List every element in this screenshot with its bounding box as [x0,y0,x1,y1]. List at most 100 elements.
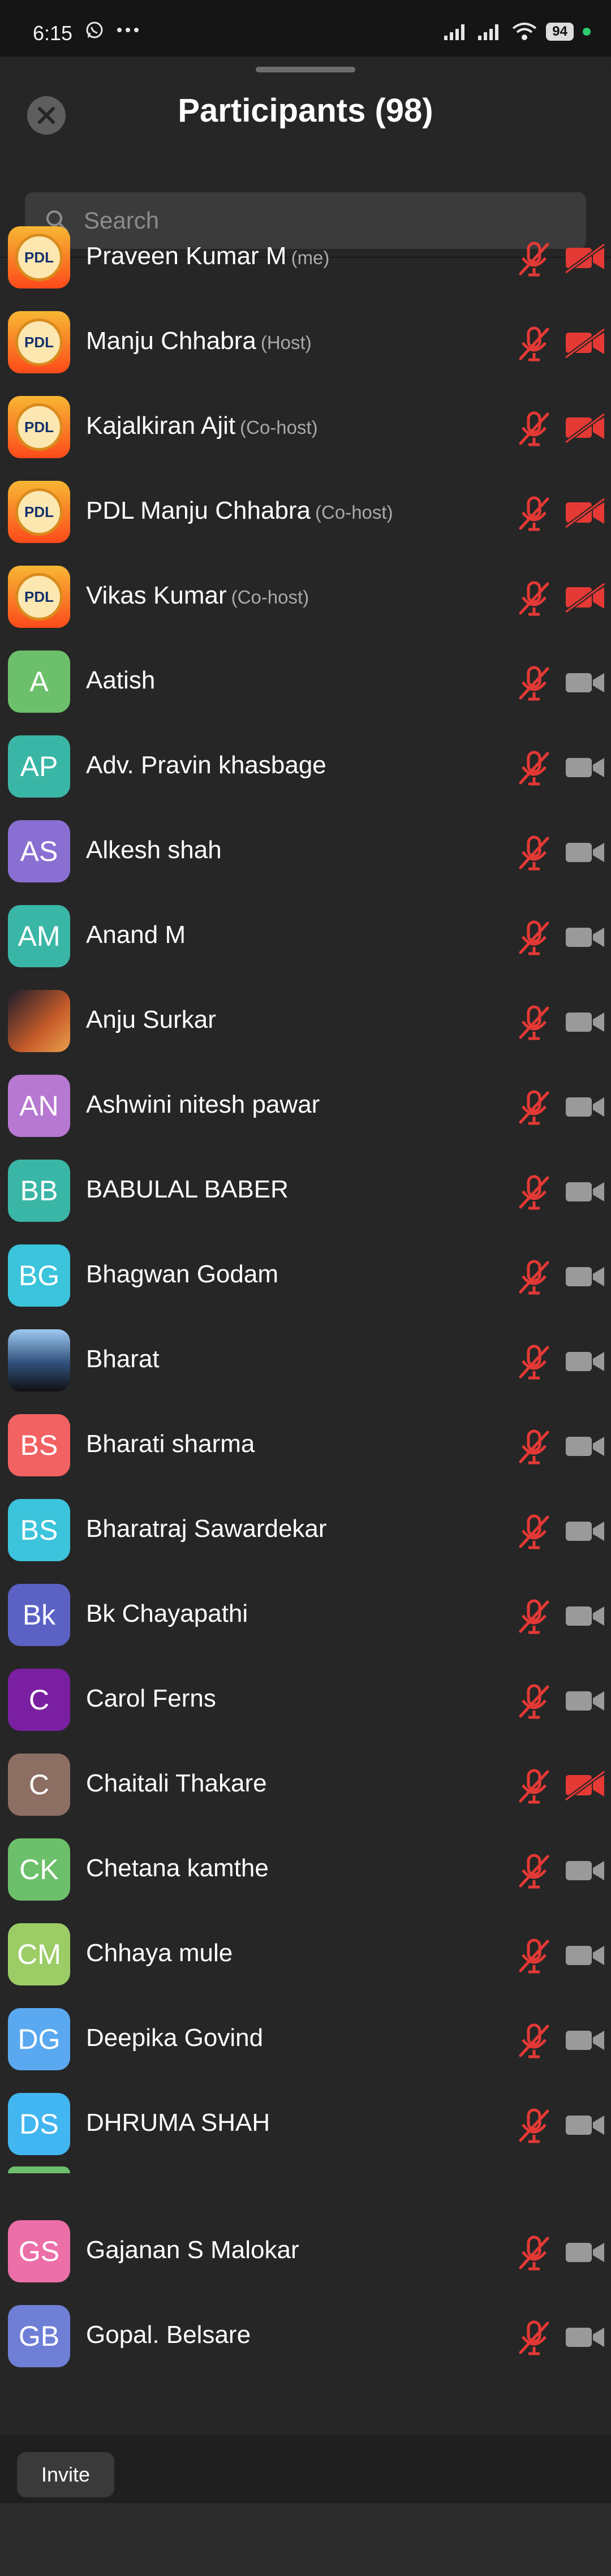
pdl-logo-icon: PDL [15,403,63,451]
participant-row[interactable]: GB Gopal. Belsare [0,2294,611,2379]
participant-row[interactable]: Bk Bk Chayapathi [0,1573,611,1657]
participant-row[interactable]: BS Bharati sharma [0,1403,611,1488]
participant-row[interactable]: AS Alkesh shah [0,809,611,894]
participant-row[interactable]: PDL Praveen Kumar M (me) [0,215,611,300]
participant-row[interactable]: Anju Surkar [0,979,611,1063]
video-on-icon[interactable] [563,1006,606,1039]
video-on-icon[interactable] [563,2024,606,2057]
participant-row[interactable]: AN Ashwini nitesh pawar [0,1063,611,1148]
mic-muted-icon[interactable] [514,2317,554,2358]
participant-row[interactable]: CK Chetana kamthe [0,1827,611,1912]
video-on-icon[interactable] [563,2109,606,2142]
participant-name: PDL Manju Chhabra (Co-host) [86,497,393,525]
participant-row-partial[interactable] [0,2166,611,2209]
video-off-icon[interactable] [563,242,606,275]
participant-row[interactable]: PDL Vikas Kumar (Co-host) [0,554,611,639]
mic-muted-icon[interactable] [514,917,554,958]
participant-name-text: Kajalkiran Ajit [86,412,236,440]
participant-row[interactable]: DS DHRUMA SHAH [0,2082,611,2166]
participant-row[interactable]: CM Chhaya mule [0,1912,611,1997]
avatar-initials: AS [20,835,58,867]
video-off-icon[interactable] [563,1769,606,1802]
video-on-icon[interactable] [563,1175,606,1208]
mic-muted-icon[interactable] [514,1681,554,1722]
avatar-initials: CK [19,1854,59,1885]
participant-name: Anju Surkar [86,1006,216,1034]
participant-row[interactable]: PDL Manju Chhabra (Host) [0,300,611,385]
participant-row[interactable]: AP Adv. Pravin khasbage [0,724,611,809]
avatar-initials: DG [18,2023,61,2055]
mic-muted-icon[interactable] [514,1257,554,1298]
video-on-icon[interactable] [563,1685,606,1717]
video-on-icon[interactable] [563,921,606,954]
video-off-icon[interactable] [563,497,606,529]
participant-row[interactable]: BS Bharatraj Sawardekar [0,1488,611,1573]
mic-muted-icon[interactable] [514,1002,554,1043]
video-off-icon[interactable] [563,581,606,614]
participant-row[interactable]: GS Gajanan S Malokar [0,2209,611,2294]
participant-name: Kajalkiran Ajit (Co-host) [86,412,318,440]
avatar-initials: BS [20,1514,58,1546]
mic-muted-icon[interactable] [514,1342,554,1382]
participant-row[interactable]: C Chaitali Thakare [0,1742,611,1827]
mic-muted-icon[interactable] [514,2021,554,2061]
avatar-initials: Bk [22,1599,56,1631]
avatar: BS [8,1499,70,1561]
participant-row[interactable]: Bharat [0,1318,611,1403]
mic-muted-icon[interactable] [514,2233,554,2273]
mic-muted-icon[interactable] [514,1596,554,1637]
video-on-icon[interactable] [563,1091,606,1123]
mic-muted-icon[interactable] [514,1087,554,1128]
mic-muted-icon[interactable] [514,1172,554,1213]
mic-muted-icon[interactable] [514,1511,554,1552]
participant-row[interactable]: PDL PDL Manju Chhabra (Co-host) [0,469,611,554]
mic-muted-icon[interactable] [514,1936,554,1976]
mic-muted-icon[interactable] [514,1851,554,1892]
video-on-icon[interactable] [563,1600,606,1632]
participant-name: Adv. Pravin khasbage [86,751,326,779]
avatar: C [8,1754,70,1816]
avatar: GB [8,2305,70,2367]
mic-muted-icon[interactable] [514,663,554,704]
invite-button[interactable]: Invite [17,2452,114,2497]
participant-name-text: Alkesh shah [86,836,222,864]
participant-list[interactable]: PDL Praveen Kumar M (me) PDL Manju Chhabra(… [0,215,611,2435]
video-on-icon[interactable] [563,666,606,699]
video-off-icon[interactable] [563,327,606,360]
video-on-icon[interactable] [563,751,606,784]
video-off-icon[interactable] [563,412,606,445]
participant-name-text: DHRUMA SHAH [86,2109,270,2136]
participant-name: Anand M [86,921,186,949]
participant-row[interactable]: PDL Kajalkiran Ajit (Co-host) [0,385,611,469]
participant-name: Deepika Govind [86,2024,263,2052]
mic-muted-icon[interactable] [514,748,554,789]
mic-muted-icon[interactable] [514,2105,554,2146]
video-on-icon[interactable] [563,1260,606,1293]
sheet-grabber[interactable] [256,67,355,72]
video-on-icon[interactable] [563,2236,606,2269]
video-on-icon[interactable] [563,1430,606,1463]
mic-muted-icon[interactable] [514,493,554,534]
video-on-icon[interactable] [563,1515,606,1548]
participant-row[interactable]: BB BABULAL BABER [0,1148,611,1233]
participant-row[interactable]: A Aatish [0,639,611,724]
participant-row[interactable]: AM Anand M [0,894,611,979]
participant-row[interactable]: BG Bhagwan Godam [0,1233,611,1318]
mic-muted-icon[interactable] [514,1766,554,1807]
video-on-icon[interactable] [563,1854,606,1887]
mic-muted-icon[interactable] [514,833,554,873]
mic-muted-icon[interactable] [514,578,554,619]
participant-name-text: Aatish [86,666,156,694]
video-on-icon[interactable] [563,836,606,869]
participant-name-text: Gopal. Belsare [86,2321,251,2349]
participant-row[interactable]: DG Deepika Govind [0,1997,611,2082]
mic-muted-icon[interactable] [514,324,554,364]
mic-muted-icon[interactable] [514,408,554,449]
video-on-icon[interactable] [563,1345,606,1378]
participant-row[interactable]: C Carol Ferns [0,1657,611,1742]
video-on-icon[interactable] [563,2321,606,2354]
video-on-icon[interactable] [563,1939,606,1972]
mic-muted-icon[interactable] [514,239,554,279]
mic-muted-icon[interactable] [514,1427,554,1467]
participant-name: Chhaya mule [86,1939,233,1967]
